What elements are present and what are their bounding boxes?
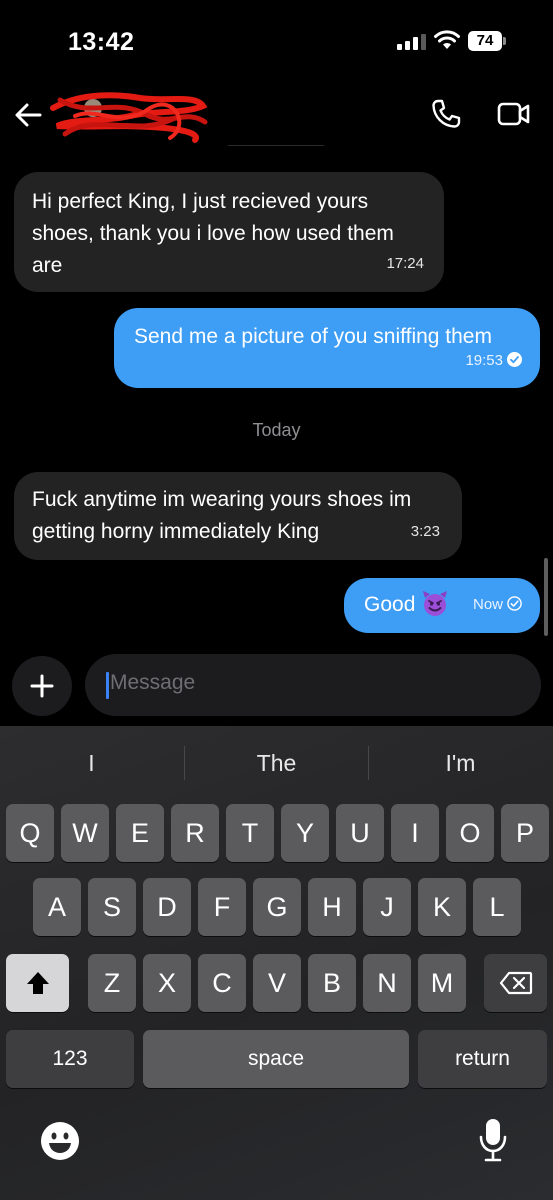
redacted-contact-name[interactable] (45, 88, 210, 146)
key-e[interactable]: E (116, 804, 164, 862)
key-k[interactable]: K (418, 878, 466, 936)
text-cursor (106, 672, 109, 699)
message-time: Now (472, 596, 503, 613)
key-n[interactable]: N (363, 954, 411, 1012)
keyboard: I The I'm Q W E R T Y U I O P A S D F G … (0, 726, 553, 1200)
key-g[interactable]: G (253, 878, 301, 936)
battery-level: 74 (468, 31, 502, 51)
key-z[interactable]: Z (88, 954, 136, 1012)
battery-icon: 74 (468, 31, 506, 51)
suggestion-3[interactable]: I'm (369, 746, 552, 780)
suggestion-2[interactable]: The (185, 746, 368, 780)
message-time: 19:53 (465, 352, 503, 369)
message-bubble-outgoing[interactable]: Send me a picture of you sniffing them 1… (114, 308, 540, 388)
suggestion-1[interactable]: I (0, 746, 183, 780)
message-bubble-outgoing[interactable]: Good Now (344, 578, 540, 633)
key-q[interactable]: Q (6, 804, 54, 862)
message-text: Fuck anytime im wearing yours shoes im g… (32, 488, 412, 543)
key-d[interactable]: D (143, 878, 191, 936)
key-j[interactable]: J (363, 878, 411, 936)
return-key[interactable]: return (418, 1030, 547, 1088)
key-a[interactable]: A (33, 878, 81, 936)
key-t[interactable]: T (226, 804, 274, 862)
message-meta: 19:53 (465, 345, 522, 377)
key-v[interactable]: V (253, 954, 301, 1012)
smiling-devil-emoji-icon (423, 591, 448, 616)
add-attachment-button[interactable] (12, 656, 72, 716)
chat-header (0, 80, 553, 150)
key-h[interactable]: H (308, 878, 356, 936)
message-text: Good (364, 593, 416, 616)
key-m[interactable]: M (418, 954, 466, 1012)
key-o[interactable]: O (446, 804, 494, 862)
message-time: 17:24 (386, 255, 424, 272)
read-check-icon (507, 352, 522, 367)
message-meta: Now (473, 589, 522, 621)
status-time: 13:42 (68, 28, 135, 56)
status-bar: 13:42 74 (0, 0, 553, 80)
cellular-signal-icon (397, 34, 426, 50)
key-y[interactable]: Y (281, 804, 329, 862)
message-bubble-incoming[interactable]: Hi perfect King, I just recieved yours s… (14, 172, 444, 292)
message-text: Hi perfect King, I just recieved yours s… (32, 190, 394, 277)
backspace-icon (499, 971, 532, 995)
space-key[interactable]: space (143, 1030, 409, 1088)
key-w[interactable]: W (61, 804, 109, 862)
message-bubble-incoming[interactable]: Fuck anytime im wearing yours shoes im g… (14, 472, 462, 560)
key-r[interactable]: R (171, 804, 219, 862)
key-x[interactable]: X (143, 954, 191, 1012)
key-s[interactable]: S (88, 878, 136, 936)
header-divider (228, 145, 324, 146)
wifi-icon (434, 30, 460, 49)
key-f[interactable]: F (198, 878, 246, 936)
sent-check-icon (507, 596, 522, 611)
emoji-keyboard-icon[interactable] (40, 1121, 80, 1161)
plus-icon (30, 674, 54, 698)
message-text: Send me a picture of you sniffing them (134, 325, 492, 348)
shift-arrow-icon (26, 972, 49, 994)
shift-key[interactable] (6, 954, 69, 1012)
key-c[interactable]: C (198, 954, 246, 1012)
key-b[interactable]: B (308, 954, 356, 1012)
scroll-indicator[interactable] (544, 558, 548, 636)
voice-call-icon[interactable] (430, 98, 462, 130)
message-placeholder: Message (110, 671, 196, 694)
message-time: 3:23 (410, 523, 440, 540)
key-i[interactable]: I (391, 804, 439, 862)
delete-key[interactable] (484, 954, 547, 1012)
key-u[interactable]: U (336, 804, 384, 862)
day-separator: Today (252, 420, 301, 440)
key-l[interactable]: L (473, 878, 521, 936)
numbers-key[interactable]: 123 (6, 1030, 134, 1088)
video-call-icon[interactable] (497, 100, 531, 128)
microphone-icon[interactable] (478, 1118, 508, 1162)
key-p[interactable]: P (501, 804, 549, 862)
back-arrow-icon[interactable] (14, 102, 42, 128)
